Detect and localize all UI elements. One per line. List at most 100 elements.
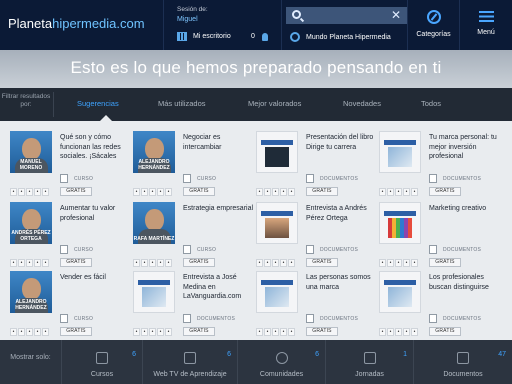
rating-star-icon[interactable]: • <box>288 328 295 336</box>
rating-star-icon[interactable]: • <box>395 188 402 196</box>
rating-star-icon[interactable]: • <box>288 259 295 267</box>
rating-star-icon[interactable]: • <box>264 259 271 267</box>
rating-star-icon[interactable]: • <box>26 328 33 336</box>
document-thumbnail[interactable] <box>379 271 421 313</box>
site-logo[interactable]: Planetahipermedia.com <box>0 0 163 50</box>
rating-star-icon[interactable]: • <box>133 188 140 196</box>
card-title[interactable]: Los profesionales buscan distinguirse <box>429 273 501 292</box>
search-box[interactable]: ✕ <box>286 7 407 24</box>
card-title[interactable]: Tu marca personal: tu mejor inversión pr… <box>429 133 501 162</box>
rating-star-icon[interactable]: • <box>379 259 386 267</box>
rating-star-icon[interactable]: • <box>141 259 148 267</box>
card-title[interactable]: Marketing creativo <box>429 204 501 214</box>
card-title[interactable]: Vender es fácil <box>60 273 132 283</box>
star-rating[interactable]: • • • • • <box>379 328 418 336</box>
rating-star-icon[interactable]: • <box>379 188 386 196</box>
rating-star-icon[interactable]: • <box>42 188 49 196</box>
content-card[interactable]: ALEJANDRO HERNÁNDEZ Negociar es intercamb… <box>133 131 255 196</box>
rating-star-icon[interactable]: • <box>133 328 140 336</box>
rating-star-icon[interactable]: • <box>34 188 41 196</box>
rating-star-icon[interactable]: • <box>403 259 410 267</box>
tab-mejor-valorados[interactable]: Mejor valorados <box>248 99 301 108</box>
bell-icon[interactable] <box>262 33 268 41</box>
rating-star-icon[interactable]: • <box>157 259 164 267</box>
filter-jornadas[interactable]: 1 Jornadas <box>325 340 413 384</box>
rating-star-icon[interactable]: • <box>288 188 295 196</box>
document-thumbnail[interactable] <box>379 131 421 173</box>
rating-star-icon[interactable]: • <box>403 328 410 336</box>
content-card[interactable]: ALEJANDRO HERNÁNDEZ Vender es fácil CURSO •… <box>10 271 132 336</box>
content-card[interactable]: ANDRÉS PÉREZ ORTEGA Aumentar tu valor pro… <box>10 202 132 267</box>
rating-star-icon[interactable]: • <box>42 259 49 267</box>
rating-star-icon[interactable]: • <box>149 328 156 336</box>
rating-star-icon[interactable]: • <box>18 328 25 336</box>
filter-cursos[interactable]: 6 Cursos <box>61 340 142 384</box>
rating-star-icon[interactable]: • <box>157 328 164 336</box>
content-card[interactable]: Los profesionales buscan distinguirse DOC… <box>379 271 501 336</box>
content-card[interactable]: RAFA MARTÍNEZ Estrategia empresarial CURSO… <box>133 202 255 267</box>
filter-comunidades[interactable]: 6 Comunidades <box>237 340 325 384</box>
star-rating[interactable]: • • • • • <box>10 328 49 336</box>
rating-star-icon[interactable]: • <box>411 259 418 267</box>
content-card[interactable]: Tu marca personal: tu mejor inversión pr… <box>379 131 501 196</box>
content-card[interactable]: Presentación del libro Dirige tu carrera… <box>256 131 378 196</box>
rating-star-icon[interactable]: • <box>272 328 279 336</box>
card-title[interactable]: Qué son y cómo funcionan las redes socia… <box>60 133 132 162</box>
rating-star-icon[interactable]: • <box>379 328 386 336</box>
card-title[interactable]: Estrategia empresarial <box>183 204 255 214</box>
session-user-link[interactable]: Miguel <box>177 16 280 23</box>
star-rating[interactable]: • • • • • <box>256 328 295 336</box>
document-thumbnail[interactable] <box>256 131 298 173</box>
categories-button[interactable]: Categorías <box>407 0 459 50</box>
card-title[interactable]: Las personas somos una marca <box>306 273 378 292</box>
rating-star-icon[interactable]: • <box>18 259 25 267</box>
rating-star-icon[interactable]: • <box>395 259 402 267</box>
content-card[interactable]: Las personas somos una marca DOCUMENTOS • •… <box>256 271 378 336</box>
content-card[interactable]: MANUEL MORENO Qué son y cómo funcionan la… <box>10 131 132 196</box>
rating-star-icon[interactable]: • <box>34 259 41 267</box>
my-desk-link[interactable]: Mi escritorio <box>177 32 231 41</box>
filter-web-tv[interactable]: 6 Web TV de Aprendizaje <box>142 340 237 384</box>
rating-star-icon[interactable]: • <box>387 259 394 267</box>
content-card[interactable]: Entrevista a José Medina en LaVanguardia… <box>133 271 255 336</box>
card-title[interactable]: Presentación del libro Dirige tu carrera <box>306 133 378 152</box>
rating-star-icon[interactable]: • <box>165 259 172 267</box>
star-rating[interactable]: • • • • • <box>133 328 172 336</box>
tab-mas-utilizados[interactable]: Más utilizados <box>158 99 206 108</box>
rating-star-icon[interactable]: • <box>165 188 172 196</box>
star-rating[interactable]: • • • • • <box>133 259 172 267</box>
rating-star-icon[interactable]: • <box>141 188 148 196</box>
rating-star-icon[interactable]: • <box>403 188 410 196</box>
rating-star-icon[interactable]: • <box>149 188 156 196</box>
rating-star-icon[interactable]: • <box>10 259 17 267</box>
rating-star-icon[interactable]: • <box>272 188 279 196</box>
menu-button[interactable]: Menú <box>459 0 512 50</box>
rating-star-icon[interactable]: • <box>387 188 394 196</box>
tab-novedades[interactable]: Novedades <box>343 99 381 108</box>
presenter-photo-thumbnail[interactable]: ALEJANDRO HERNÁNDEZ <box>133 131 175 173</box>
tab-todos[interactable]: Todos <box>421 99 441 108</box>
rating-star-icon[interactable]: • <box>10 328 17 336</box>
presenter-photo-thumbnail[interactable]: ANDRÉS PÉREZ ORTEGA <box>10 202 52 244</box>
rating-star-icon[interactable]: • <box>256 328 263 336</box>
rating-star-icon[interactable]: • <box>149 259 156 267</box>
tab-sugerencias[interactable]: Sugerencias <box>77 99 119 108</box>
rating-star-icon[interactable]: • <box>264 328 271 336</box>
rating-star-icon[interactable]: • <box>411 328 418 336</box>
rating-star-icon[interactable]: • <box>141 328 148 336</box>
rating-star-icon[interactable]: • <box>264 188 271 196</box>
rating-star-icon[interactable]: • <box>10 188 17 196</box>
star-rating[interactable]: • • • • • <box>10 259 49 267</box>
rating-star-icon[interactable]: • <box>411 188 418 196</box>
rating-star-icon[interactable]: • <box>280 259 287 267</box>
search-icon[interactable] <box>292 10 301 19</box>
presenter-photo-thumbnail[interactable]: ALEJANDRO HERNÁNDEZ <box>10 271 52 313</box>
card-title[interactable]: Aumentar tu valor profesional <box>60 204 132 223</box>
mundo-planeta-link[interactable]: Mundo Planeta Hipermedia <box>290 32 391 42</box>
card-title[interactable]: Negociar es intercambiar <box>183 133 255 152</box>
content-card[interactable]: Entrevista a Andrés Pérez Ortega DOCUMENT… <box>256 202 378 267</box>
clear-search-icon[interactable]: ✕ <box>391 8 401 22</box>
rating-star-icon[interactable]: • <box>272 259 279 267</box>
filter-documentos[interactable]: 47 Documentos <box>413 340 512 384</box>
card-title[interactable]: Entrevista a José Medina en LaVanguardia… <box>183 273 255 302</box>
